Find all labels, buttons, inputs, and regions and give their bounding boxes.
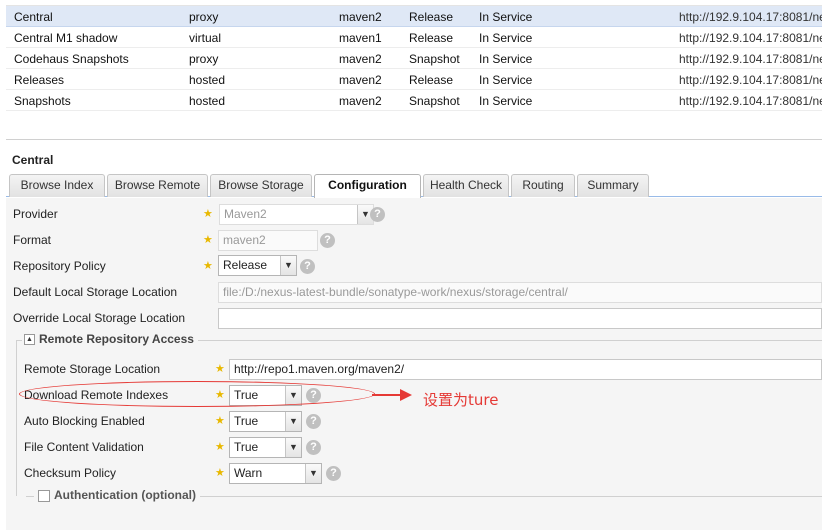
help-icon[interactable]: ? <box>306 414 321 429</box>
repo-status: In Service <box>479 31 533 45</box>
repo-url: http://192.9.104.17:8081/ne <box>679 10 822 24</box>
chevron-down-icon: ▼ <box>280 256 296 275</box>
repo-policy: Snapshot <box>409 94 460 108</box>
help-icon[interactable]: ? <box>370 207 385 222</box>
repository-policy-value: Release <box>223 258 268 272</box>
remote-location-field[interactable]: http://repo1.maven.org/maven2/ <box>229 359 822 380</box>
provider-select[interactable]: Maven2 ▼ <box>219 204 374 225</box>
repo-name: Codehaus Snapshots <box>14 52 129 66</box>
repo-name: Central M1 shadow <box>14 31 118 45</box>
repo-url: http://192.9.104.17:8081/ne <box>679 94 822 108</box>
star-icon: ★ <box>215 467 225 479</box>
provider-value: Maven2 <box>224 207 267 221</box>
repo-format: maven2 <box>339 52 382 66</box>
checksum-policy-select[interactable]: Warn ▼ <box>229 463 322 484</box>
repository-grid: Central proxy maven2 Release In Service … <box>6 0 822 140</box>
authentication-checkbox[interactable] <box>38 489 50 502</box>
auto-blocking-label: Auto Blocking Enabled <box>24 414 145 428</box>
repo-format: maven2 <box>339 10 382 24</box>
help-icon[interactable]: ? <box>326 466 341 481</box>
table-row[interactable]: Codehaus Snapshots proxy maven2 Snapshot… <box>6 48 822 69</box>
star-icon: ★ <box>203 234 213 246</box>
tab-routing[interactable]: Routing <box>511 174 575 197</box>
tab-health-check[interactable]: Health Check <box>423 174 509 197</box>
table-row[interactable]: Central proxy maven2 Release In Service … <box>6 6 822 27</box>
table-row[interactable]: Snapshots hosted maven2 Snapshot In Serv… <box>6 90 822 111</box>
repo-name: Snapshots <box>14 94 71 108</box>
repo-status: In Service <box>479 94 533 108</box>
repo-url: http://192.9.104.17:8081/ne <box>679 31 822 45</box>
star-icon: ★ <box>215 415 225 427</box>
content-validation-value: True <box>234 440 259 454</box>
default-storage-label: Default Local Storage Location <box>13 285 178 299</box>
annotation-ellipse <box>19 381 375 407</box>
provider-label: Provider <box>13 207 58 221</box>
star-icon: ★ <box>215 363 225 375</box>
chevron-down-icon: ▼ <box>285 412 301 431</box>
repo-type: proxy <box>189 52 219 66</box>
repository-policy-label: Repository Policy <box>13 259 106 273</box>
override-storage-field[interactable] <box>218 308 822 329</box>
repo-policy: Release <box>409 10 454 24</box>
star-icon: ★ <box>203 208 213 220</box>
table-row[interactable]: Central M1 shadow virtual maven1 Release… <box>6 27 822 48</box>
star-icon: ★ <box>215 441 225 453</box>
repo-name: Releases <box>14 73 65 87</box>
format-label: Format <box>13 233 52 247</box>
repo-status: In Service <box>479 73 533 87</box>
authentication-legend-text: Authentication (optional) <box>54 488 196 502</box>
panel-title: Central <box>12 153 54 167</box>
tab-configuration[interactable]: Configuration <box>314 174 421 198</box>
chevron-down-icon: ▼ <box>285 438 301 457</box>
tab-browse-index[interactable]: Browse Index <box>9 174 105 197</box>
repo-format: maven1 <box>339 31 382 45</box>
repo-policy: Release <box>409 31 454 45</box>
repo-url: http://192.9.104.17:8081/ne <box>679 73 822 87</box>
collapse-icon[interactable]: ▲ <box>24 334 35 346</box>
repo-format: maven2 <box>339 94 382 108</box>
annotation-text: 设置为ture <box>423 391 499 409</box>
content-validation-label: File Content Validation <box>24 440 144 454</box>
panel-header: Central <box>6 151 822 170</box>
help-icon[interactable]: ? <box>300 259 315 274</box>
repo-format: maven2 <box>339 73 382 87</box>
override-storage-label: Override Local Storage Location <box>13 311 186 325</box>
format-field[interactable]: maven2 <box>218 230 318 251</box>
authentication-legend: Authentication (optional) <box>34 488 200 502</box>
repo-type: proxy <box>189 10 219 24</box>
repo-url: http://192.9.104.17:8081/ne <box>679 52 822 66</box>
repository-policy-select[interactable]: Release ▼ <box>218 255 297 276</box>
checksum-policy-label: Checksum Policy <box>24 466 117 480</box>
chevron-down-icon: ▼ <box>305 464 321 483</box>
checksum-policy-value: Warn <box>234 466 263 480</box>
configuration-form: Provider ★ Maven2 ▼ ? Format ★ maven2 ? … <box>6 198 822 530</box>
remote-access-legend: ▲ Remote Repository Access <box>22 332 198 346</box>
content-validation-select[interactable]: True ▼ <box>229 437 302 458</box>
default-storage-field[interactable]: file:/D:/nexus-latest-bundle/sonatype-wo… <box>218 282 822 303</box>
repo-name: Central <box>14 10 53 24</box>
repo-policy: Release <box>409 73 454 87</box>
remote-access-legend-text: Remote Repository Access <box>39 332 194 346</box>
repo-policy: Snapshot <box>409 52 460 66</box>
auto-blocking-value: True <box>234 414 259 428</box>
repo-type: hosted <box>189 94 226 108</box>
help-icon[interactable]: ? <box>320 233 335 248</box>
help-icon[interactable]: ? <box>306 440 321 455</box>
table-row[interactable]: Releases hosted maven2 Release In Servic… <box>6 69 822 90</box>
tab-strip: Browse Index Browse Remote Browse Storag… <box>6 172 822 198</box>
repo-status: In Service <box>479 10 533 24</box>
annotation-arrow-icon <box>372 389 412 401</box>
repo-type: hosted <box>189 73 226 87</box>
repo-status: In Service <box>479 52 533 66</box>
tab-summary[interactable]: Summary <box>577 174 649 197</box>
auto-blocking-select[interactable]: True ▼ <box>229 411 302 432</box>
tab-browse-storage[interactable]: Browse Storage <box>210 174 312 197</box>
tab-browse-remote[interactable]: Browse Remote <box>107 174 208 197</box>
repo-type: virtual <box>189 31 222 45</box>
star-icon: ★ <box>203 260 213 272</box>
remote-location-label: Remote Storage Location <box>24 362 161 376</box>
